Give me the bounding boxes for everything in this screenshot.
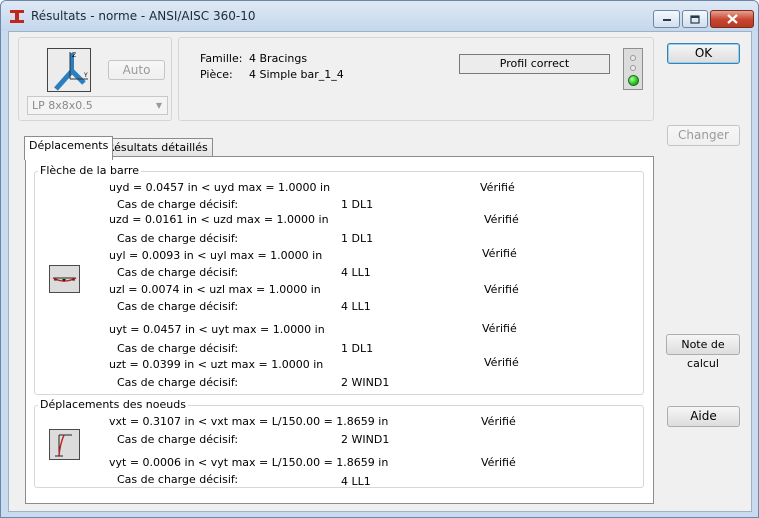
fleche-status-uzt: Vérifié — [484, 356, 519, 369]
famille-label: Famille: — [200, 52, 243, 65]
close-button[interactable] — [710, 10, 754, 28]
noeuds-case-vyt: 4 LL1 — [341, 475, 371, 488]
noeuds-check-vxt: vxt = 0.3107 in < vxt max = L/150.00 = 1… — [109, 415, 389, 428]
close-icon — [726, 14, 738, 24]
beam-deflection-icon — [49, 265, 80, 293]
fleche-check-uyl: uyl = 0.0093 in < uyl max = 1.0000 in — [109, 249, 323, 262]
tab-panel-deplacements: Flèche de la barre uyd = 0.0457 in < uyd… — [25, 156, 654, 504]
tab-resultats-detailles[interactable]: Résultats détaillés — [102, 138, 213, 158]
status-light-off — [630, 55, 636, 61]
fleche-check-uzl: uzl = 0.0074 in < uzl max = 1.0000 in — [109, 283, 321, 296]
status-light-off — [630, 65, 636, 71]
maximize-icon — [690, 14, 700, 24]
noeuds-case-label: Cas de charge décisif: — [117, 473, 239, 486]
fleche-check-uyd: uyd = 0.0457 in < uyd max = 1.0000 in — [109, 181, 331, 194]
noeuds-status-vxt: Vérifié — [481, 415, 516, 428]
fleche-case-label: Cas de charge décisif: — [117, 342, 239, 355]
fleche-check-uyt: uyt = 0.0457 in < uyt max = 1.0000 in — [109, 323, 325, 336]
node-displacement-icon — [49, 429, 80, 460]
fleche-status-uzd: Vérifié — [484, 213, 519, 226]
noeuds-legend: Déplacements des noeuds — [38, 398, 188, 411]
noeuds-status-vyt: Vérifié — [481, 456, 516, 469]
fleche-check-uzt: uzt = 0.0399 in < uzt max = 1.0000 in — [109, 358, 324, 371]
chevron-down-icon: ▼ — [155, 101, 163, 110]
fleche-case-uzd: 1 DL1 — [341, 232, 374, 245]
piece-label: Pièce: — [200, 68, 233, 81]
results-window: Résultats - norme - ANSI/AISC 360-10 Z Y… — [0, 0, 759, 518]
fleche-case-uzt: 2 WIND1 — [341, 376, 390, 389]
fleche-case-uyl: 4 LL1 — [341, 266, 371, 279]
tab-deplacements[interactable]: Déplacements — [24, 136, 114, 160]
section-icon[interactable]: Z Y — [47, 48, 91, 92]
piece-value: 4 Simple bar_1_4 — [249, 68, 344, 81]
changer-button[interactable]: Changer — [667, 125, 740, 146]
fleche-case-uyt: 1 DL1 — [341, 342, 374, 355]
fleche-check-uzd: uzd = 0.0161 in < uzd max = 1.0000 in — [109, 213, 329, 226]
fleche-status-uyl: Vérifié — [482, 247, 517, 260]
angle-section-icon: Z Y — [54, 52, 88, 91]
fleche-case-label: Cas de charge décisif: — [117, 376, 239, 389]
famille-value: 4 Bracings — [249, 52, 308, 65]
minimize-icon — [662, 19, 671, 21]
profile-select[interactable]: LP 8x8x0.5 ▼ — [27, 96, 168, 115]
status-traffic-light — [623, 48, 643, 90]
fleche-legend: Flèche de la barre — [38, 164, 142, 177]
fleche-status-uzl: Vérifié — [484, 283, 519, 296]
status-light-green — [628, 75, 639, 86]
dialog-body: Z Y Auto LP 8x8x0.5 ▼ Famille: 4 Bracing… — [8, 31, 752, 512]
maximize-button[interactable] — [682, 10, 708, 28]
fleche-status-uyd: Vérifié — [480, 181, 515, 194]
profile-value: LP 8x8x0.5 — [32, 99, 93, 112]
noeuds-case-vxt: 2 WIND1 — [341, 433, 390, 446]
window-title: Résultats - norme - ANSI/AISC 360-10 — [31, 9, 256, 23]
ok-button[interactable]: OK — [667, 43, 740, 64]
fleche-case-label: Cas de charge décisif: — [117, 266, 239, 279]
profile-status: Profil correct — [459, 54, 610, 74]
aide-button[interactable]: Aide — [667, 406, 740, 427]
minimize-button[interactable] — [653, 10, 680, 28]
fleche-case-label: Cas de charge décisif: — [117, 300, 239, 313]
fleche-status-uyt: Vérifié — [482, 322, 517, 335]
noeuds-case-label: Cas de charge décisif: — [117, 433, 239, 446]
fleche-case-uzl: 4 LL1 — [341, 300, 371, 313]
fleche-case-label: Cas de charge décisif: — [117, 232, 239, 245]
auto-button[interactable]: Auto — [108, 60, 165, 80]
svg-text:Z: Z — [72, 52, 76, 59]
note-de-calcul-button[interactable]: Note de calcul — [666, 334, 740, 370]
fleche-case-label: Cas de charge décisif: — [117, 198, 239, 211]
noeuds-check-vyt: vyt = 0.0006 in < vyt max = L/150.00 = 1… — [109, 456, 389, 469]
app-icon — [10, 10, 24, 23]
fleche-case-uyd: 1 DL1 — [341, 198, 374, 211]
svg-text:Y: Y — [83, 72, 88, 79]
title-bar[interactable]: Résultats - norme - ANSI/AISC 360-10 — [1, 1, 758, 31]
